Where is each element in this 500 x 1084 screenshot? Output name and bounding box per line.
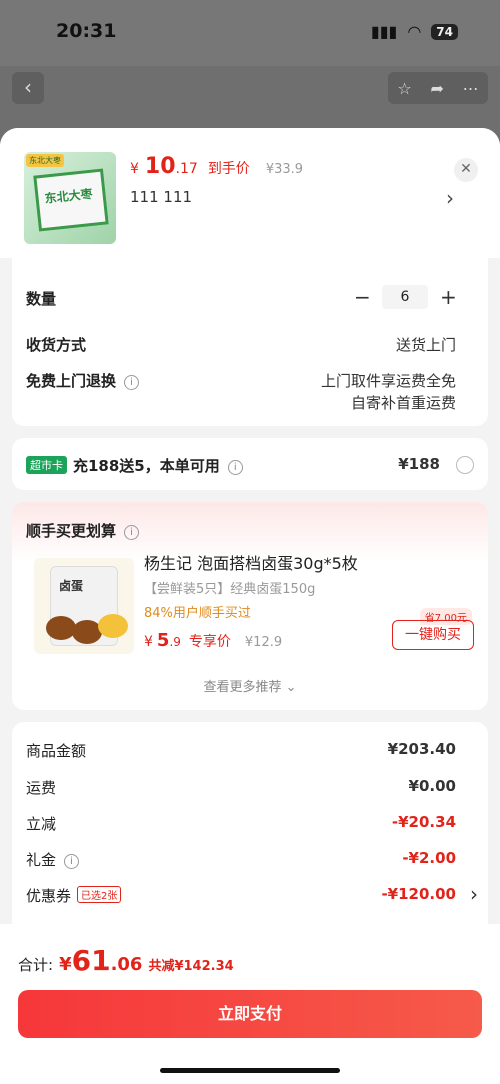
return-label: 免费上门退换: [26, 372, 117, 390]
coupon-tag: 已选2张: [77, 886, 122, 903]
total: 合计: ¥ 61 .06 共减¥142.34: [18, 944, 234, 977]
upsell-sub: 【尝鲜装5只】经典卤蛋150g: [144, 582, 316, 597]
total-discount: 共减¥142.34: [148, 959, 234, 974]
battery-icon: 74: [431, 23, 458, 40]
upsell-card: 顺手买更划算 i 卤蛋 杨生记 泡面搭档卤蛋30g*5枚 【尝鲜装5只】经典卤蛋1…: [12, 502, 488, 710]
summary-row: 立减 -¥20.34: [26, 813, 456, 833]
club-radio[interactable]: [456, 456, 474, 474]
back-icon[interactable]: ‹: [12, 72, 44, 104]
return-line2: 自寄补首重运费: [350, 394, 456, 412]
upsell-title: 顺手买更划算: [26, 522, 117, 540]
quantity-input[interactable]: 6: [382, 285, 428, 309]
return-line1: 上门取件享运费全免: [320, 372, 456, 390]
wifi-icon: ◠: [407, 22, 422, 41]
chevron-right-icon[interactable]: ›: [446, 186, 454, 210]
product-price: ¥ 10 .17 到手价 ¥33.9: [130, 154, 304, 179]
club-card[interactable]: 超市卡 充188送5，本单可用 i ¥188: [12, 438, 488, 490]
club-text: 充188送5，本单可用: [73, 457, 220, 475]
close-icon[interactable]: ✕: [454, 158, 478, 182]
chevron-right-icon[interactable]: ›: [470, 882, 478, 906]
delivery-value[interactable]: 送货上门: [396, 334, 456, 355]
status-bar: 20:31 ▮▮▮ ◠ 74: [0, 0, 500, 66]
upsell-product-name[interactable]: 杨生记 泡面搭档卤蛋30g*5枚: [144, 550, 358, 574]
upsell-price: ¥ 5 .9 专享价 ¥12.9: [144, 630, 283, 651]
upsell-product-image[interactable]: 卤蛋: [34, 558, 134, 654]
summary-row: 商品金额 ¥203.40: [26, 740, 456, 760]
total-label: 合计:: [18, 956, 54, 974]
more-icon[interactable]: ⋯: [463, 79, 479, 98]
info-icon[interactable]: i: [124, 375, 140, 390]
plus-button[interactable]: +: [440, 285, 457, 309]
product-header: 东北大枣 东北大枣 ¥ 10 .17 到手价 ¥33.9 111 111 › ✕: [0, 128, 500, 258]
club-badge: 超市卡: [26, 456, 67, 474]
top-tools: ☆ ➦ ⋯: [388, 72, 488, 104]
spec-selector[interactable]: 111 111: [130, 188, 192, 206]
info-icon[interactable]: i: [124, 525, 140, 540]
info-icon[interactable]: i: [64, 854, 80, 869]
upsell-popularity: 84%用户顺手买过: [144, 606, 251, 621]
minus-button[interactable]: −: [354, 285, 371, 309]
summary-row: 礼金 i -¥2.00: [26, 849, 456, 869]
coupon-row[interactable]: 优惠券 已选2张 -¥120.00 ›: [26, 882, 478, 906]
checkout-footer: 合计: ¥ 61 .06 共减¥142.34 立即支付: [0, 924, 500, 1084]
pay-button[interactable]: 立即支付: [18, 990, 482, 1038]
upsell-original-price: ¥12.9: [244, 635, 283, 650]
product-thumbnail: 东北大枣 东北大枣: [24, 152, 116, 244]
chevron-down-icon: ⌄: [285, 680, 297, 695]
star-icon[interactable]: ☆: [397, 79, 411, 98]
quantity-label: 数量: [26, 290, 57, 308]
quantity-stepper: − 6 +: [354, 285, 457, 309]
options-card: 数量 − 6 + 收货方式 送货上门 免费上门退换 i 上门取件享运费全免 自寄补…: [12, 258, 488, 426]
summary-card: 商品金额 ¥203.40 运费 ¥0.00 立减 -¥20.34 礼金 i -¥2…: [12, 722, 488, 942]
original-price: ¥33.9: [265, 162, 304, 177]
total-amount: 61: [71, 944, 111, 977]
delivery-label: 收货方式: [26, 336, 87, 354]
delivery-row: 收货方式 送货上门: [26, 334, 474, 355]
bag-label: 卤蛋: [59, 579, 84, 593]
quantity-row: 数量 − 6 +: [26, 285, 474, 309]
price-label: 到手价: [207, 161, 250, 177]
thumb-brand: 东北大枣: [26, 154, 64, 167]
return-row: 免费上门退换 i 上门取件享运费全免 自寄补首重运费: [26, 370, 474, 412]
share-icon[interactable]: ➦: [430, 79, 443, 98]
home-indicator: [160, 1068, 340, 1073]
more-recommendations[interactable]: 查看更多推荐 ⌄: [12, 676, 488, 695]
signal-icon: ▮▮▮: [370, 22, 398, 41]
summary-row: 运费 ¥0.00: [26, 777, 456, 797]
upsell-price-label: 专享价: [188, 634, 231, 650]
thumb-title: 东北大枣: [43, 186, 94, 206]
info-icon[interactable]: i: [227, 460, 243, 475]
one-click-buy-button[interactable]: 一键购买: [392, 620, 474, 650]
club-amount: ¥188: [398, 455, 440, 473]
status-time: 20:31: [56, 20, 117, 42]
